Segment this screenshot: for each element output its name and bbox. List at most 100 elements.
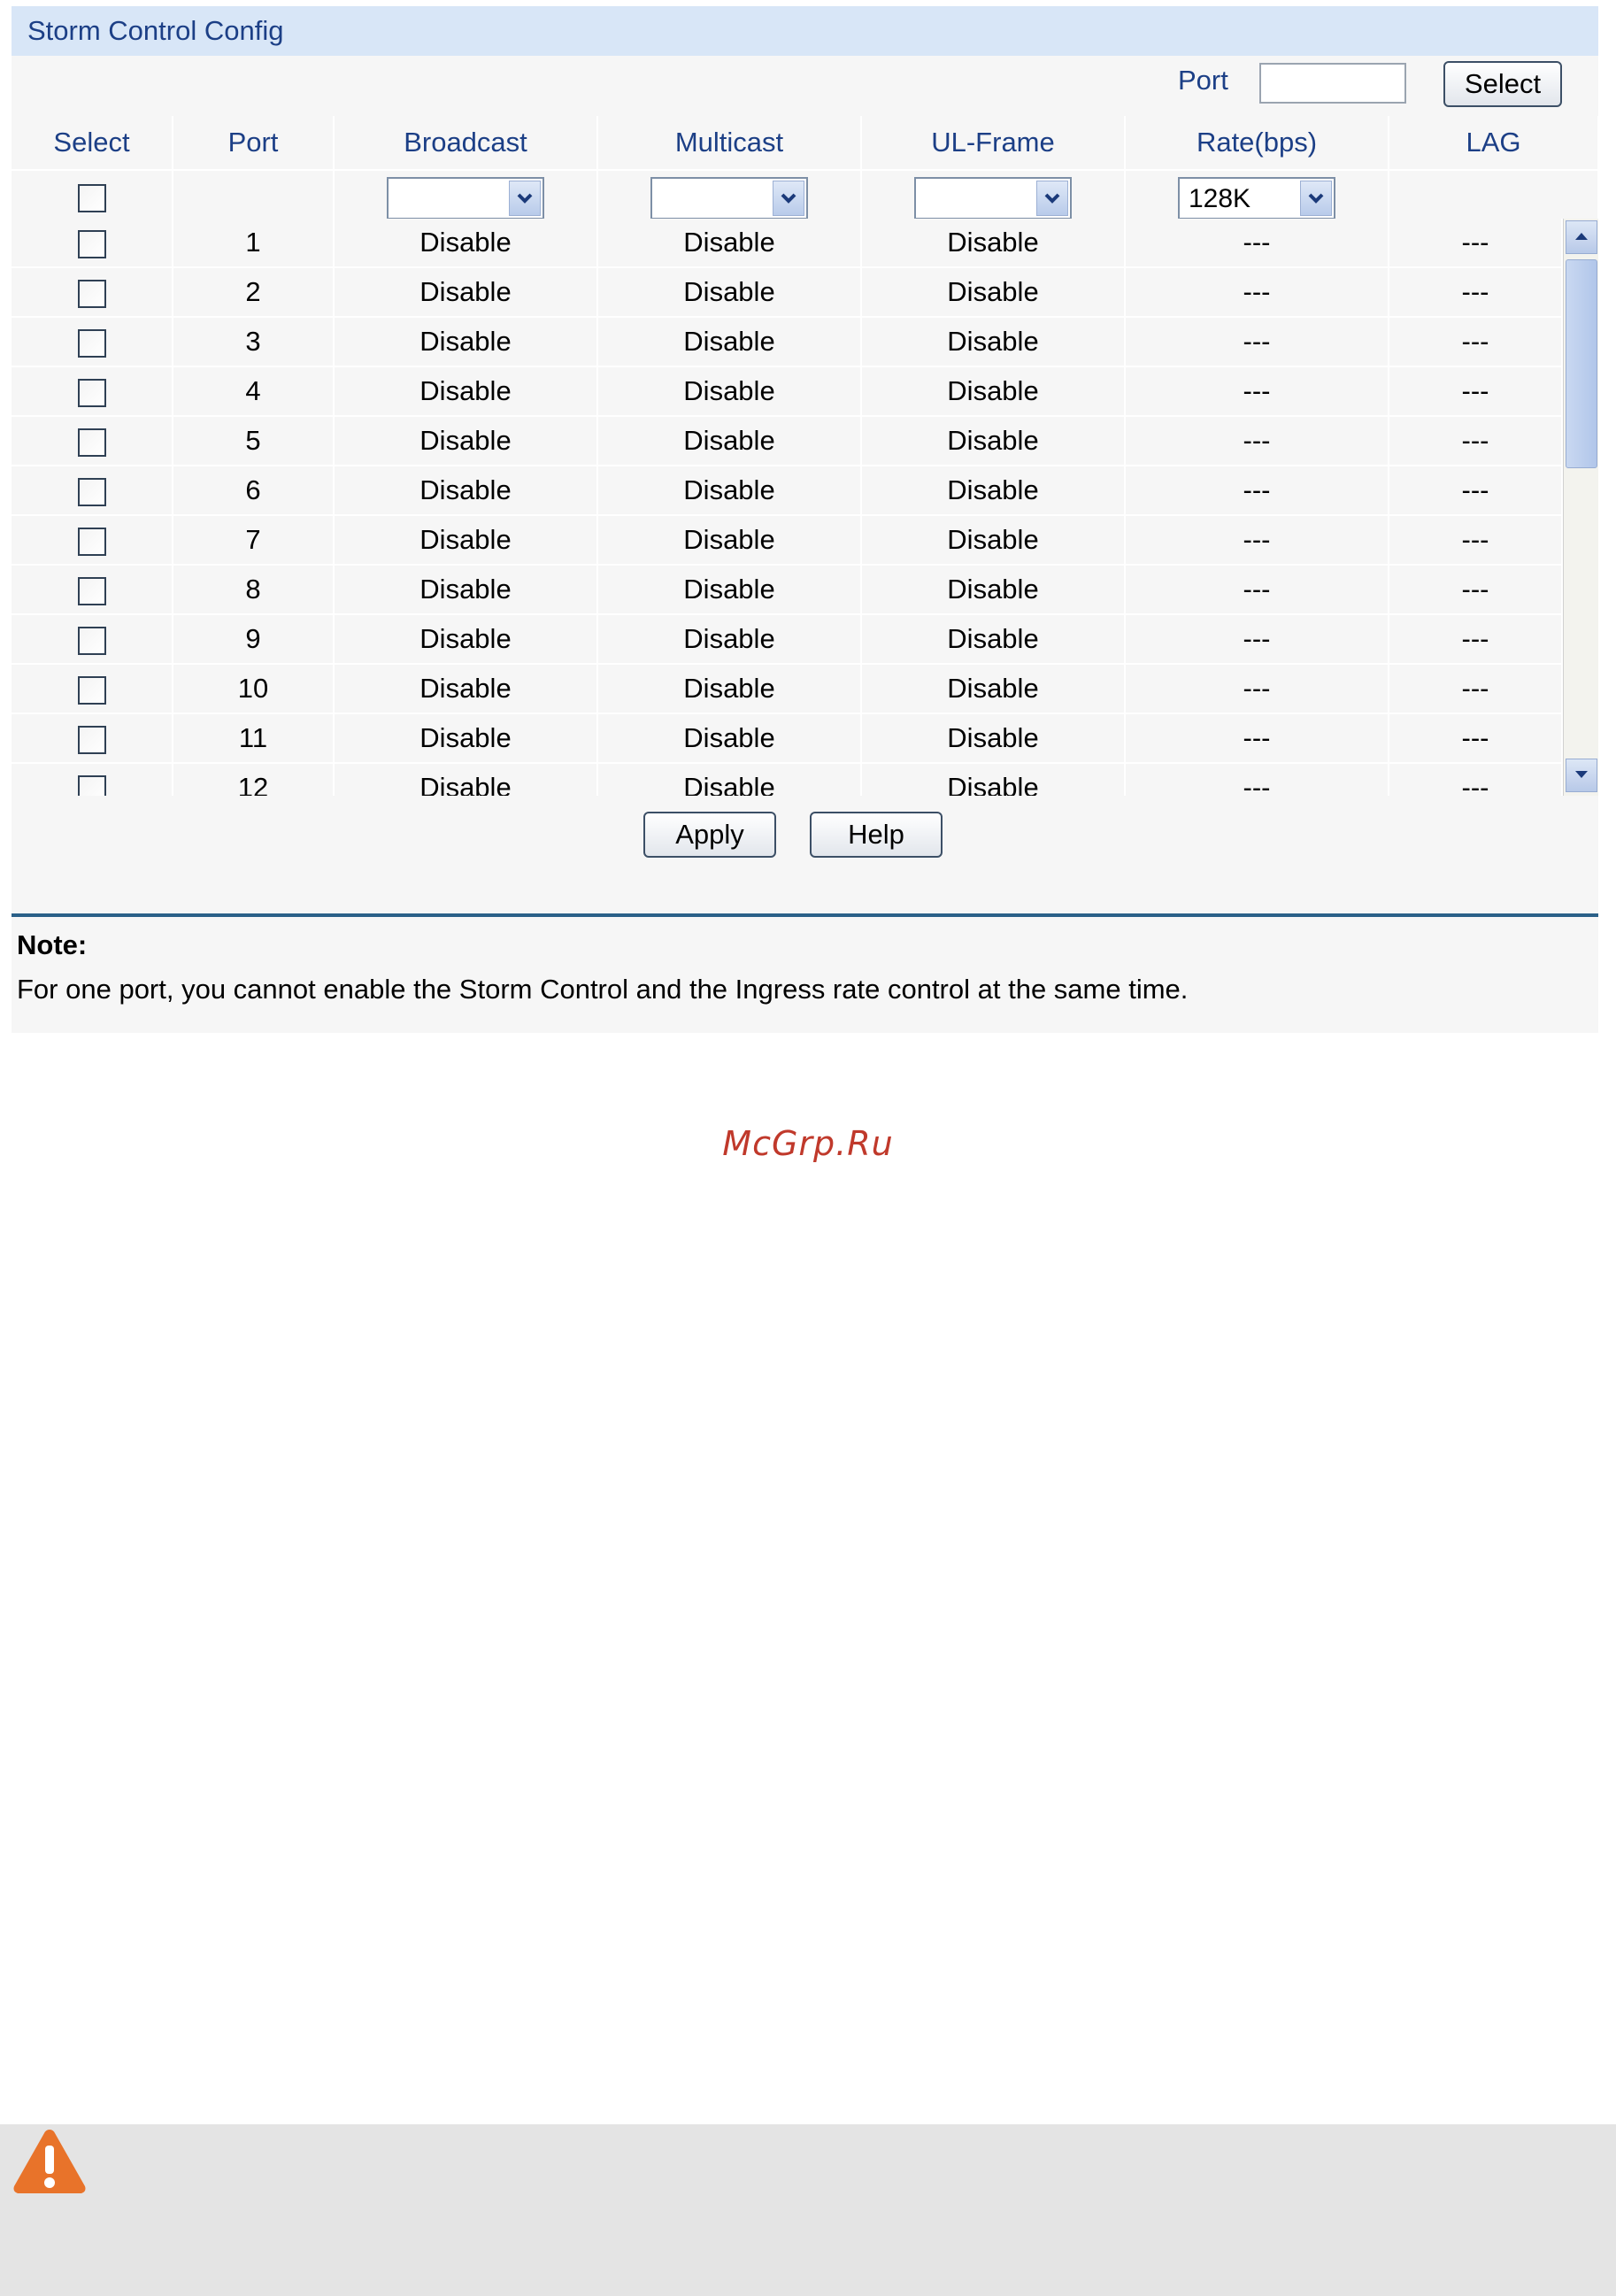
port-cell: 7 [173, 515, 335, 566]
scrollbar-thumb[interactable] [1566, 259, 1597, 468]
lag-cell: --- [1389, 466, 1563, 516]
port-cell: 6 [173, 466, 335, 516]
select-all-checkbox[interactable] [77, 184, 106, 212]
table-row[interactable]: 6 Disable Disable Disable --- --- [12, 466, 1563, 516]
broadcast-cell: Disable [334, 763, 598, 796]
ul-frame-cell: Disable [861, 515, 1126, 566]
chevron-down-icon [1036, 181, 1068, 216]
row-select-cell [12, 267, 173, 318]
column-header-ul-frame: UL-Frame [861, 116, 1126, 171]
rate-cell: --- [1125, 416, 1389, 466]
row-select-cell [12, 416, 173, 466]
port-table: 1 Disable Disable Disable --- --- 2 Disable Disa… [12, 219, 1563, 796]
table-row[interactable]: 5 Disable Disable Disable --- --- [12, 416, 1563, 466]
rate-cell: --- [1125, 466, 1389, 516]
lag-cell: --- [1389, 763, 1563, 796]
table-row[interactable]: 3 Disable Disable Disable --- --- [12, 317, 1563, 367]
rate-cell: --- [1125, 565, 1389, 615]
scroll-down-icon[interactable] [1566, 759, 1597, 792]
port-search-input[interactable] [1259, 63, 1406, 104]
apply-button[interactable]: Apply [643, 812, 776, 858]
lag-cell: --- [1389, 366, 1563, 417]
table-row[interactable]: 2 Disable Disable Disable --- --- [12, 267, 1563, 318]
broadcast-cell: Disable [334, 614, 598, 665]
scroll-up-icon[interactable] [1566, 220, 1597, 254]
ul-frame-dropdown[interactable] [914, 177, 1072, 220]
rate-dropdown[interactable]: 128K [1178, 177, 1335, 220]
port-list-scroll-area[interactable]: 1 Disable Disable Disable --- --- 2 Disable Disa… [12, 219, 1598, 796]
row-checkbox[interactable] [77, 279, 106, 308]
table-row[interactable]: 10 Disable Disable Disable --- --- [12, 664, 1563, 714]
ul-frame-cell: Disable [861, 317, 1126, 367]
help-button[interactable]: Help [810, 812, 943, 858]
panel-title: Storm Control Config [12, 6, 1598, 56]
rate-cell: --- [1125, 366, 1389, 417]
row-checkbox[interactable] [77, 527, 106, 556]
rate-cell: --- [1125, 515, 1389, 566]
row-select-cell [12, 664, 173, 714]
row-select-cell [12, 366, 173, 417]
port-cell: 10 [173, 664, 335, 714]
row-select-cell [12, 219, 173, 268]
port-search-label: Port [1178, 65, 1228, 96]
rate-cell: --- [1125, 763, 1389, 796]
rate-cell: --- [1125, 219, 1389, 268]
row-checkbox[interactable] [77, 428, 106, 457]
multicast-cell: Disable [597, 515, 862, 566]
multicast-cell: Disable [597, 763, 862, 796]
multicast-cell: Disable [597, 664, 862, 714]
row-select-cell [12, 763, 173, 796]
broadcast-cell: Disable [334, 515, 598, 566]
lag-cell: --- [1389, 219, 1563, 268]
row-select-cell [12, 614, 173, 665]
ul-frame-cell: Disable [861, 565, 1126, 615]
table-row[interactable]: 9 Disable Disable Disable --- --- [12, 614, 1563, 665]
rate-cell: --- [1125, 664, 1389, 714]
row-checkbox[interactable] [77, 378, 106, 407]
port-cell: 9 [173, 614, 335, 665]
table-row[interactable]: 11 Disable Disable Disable --- --- [12, 713, 1563, 764]
row-checkbox[interactable] [77, 576, 106, 605]
broadcast-cell: Disable [334, 664, 598, 714]
vertical-scrollbar[interactable] [1563, 219, 1598, 796]
multicast-cell: Disable [597, 614, 862, 665]
row-select-cell [12, 317, 173, 367]
row-checkbox[interactable] [77, 774, 106, 796]
broadcast-cell: Disable [334, 317, 598, 367]
note-divider [12, 913, 1598, 917]
row-checkbox[interactable] [77, 328, 106, 358]
lag-cell: --- [1389, 317, 1563, 367]
broadcast-cell: Disable [334, 267, 598, 318]
ul-frame-cell: Disable [861, 664, 1126, 714]
note-title: Note: [17, 929, 88, 960]
column-header-row: Select Port Broadcast Multicast UL-Frame… [12, 116, 1599, 171]
table-row[interactable]: 1 Disable Disable Disable --- --- [12, 219, 1563, 268]
row-select-cell [12, 565, 173, 615]
row-checkbox[interactable] [77, 725, 106, 754]
table-row[interactable]: 8 Disable Disable Disable --- --- [12, 565, 1563, 615]
column-header-lag: LAG [1389, 116, 1599, 171]
row-checkbox[interactable] [77, 675, 106, 705]
table-row[interactable]: 7 Disable Disable Disable --- --- [12, 515, 1563, 566]
row-checkbox[interactable] [77, 626, 106, 655]
column-header-port: Port [173, 116, 335, 171]
ul-frame-cell: Disable [861, 466, 1126, 516]
storm-control-panel: Storm Control Config Port Select Select … [12, 6, 1599, 1033]
row-checkbox[interactable] [77, 477, 106, 506]
row-checkbox[interactable] [77, 229, 106, 258]
multicast-dropdown[interactable] [650, 177, 808, 220]
action-bar: Apply Help [12, 796, 1598, 881]
multicast-cell: Disable [597, 366, 862, 417]
port-select-button[interactable]: Select [1443, 61, 1562, 107]
chevron-down-icon [773, 181, 804, 216]
broadcast-cell: Disable [334, 713, 598, 764]
port-cell: 2 [173, 267, 335, 318]
warning-box [0, 2124, 1616, 2296]
table-row[interactable]: 12 Disable Disable Disable --- --- [12, 763, 1563, 796]
port-cell: 8 [173, 565, 335, 615]
broadcast-dropdown[interactable] [387, 177, 544, 220]
ul-frame-cell: Disable [861, 614, 1126, 665]
lag-cell: --- [1389, 267, 1563, 318]
watermark: McGrp.Ru [722, 1124, 894, 1163]
table-row[interactable]: 4 Disable Disable Disable --- --- [12, 366, 1563, 417]
